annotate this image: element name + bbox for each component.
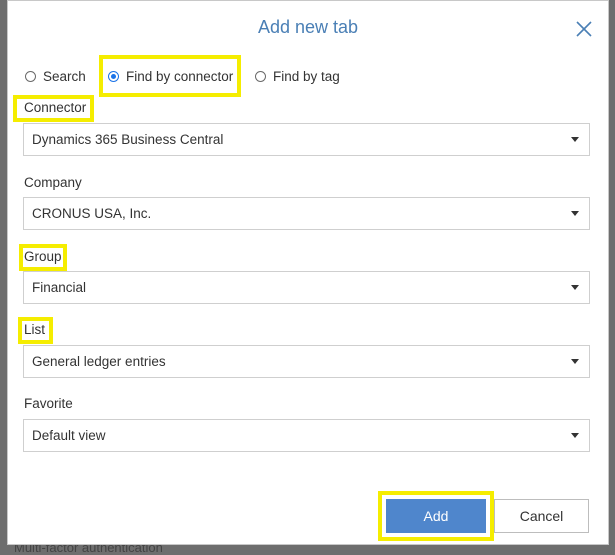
group-select[interactable]: Financial (23, 271, 590, 304)
company-label: Company (24, 175, 82, 190)
chevron-down-icon (571, 137, 579, 142)
group-select-value: Financial (32, 280, 87, 295)
connector-label: Connector (24, 100, 87, 115)
chevron-down-icon (571, 211, 579, 216)
dialog-title: Add new tab (257, 17, 359, 37)
favorite-select[interactable]: Default view (23, 419, 590, 452)
radio-find-by-connector[interactable]: Find by connector (108, 65, 233, 87)
cancel-button[interactable]: Cancel (494, 499, 589, 533)
chevron-down-icon (571, 285, 579, 290)
company-select-value: CRONUS USA, Inc. (32, 206, 152, 221)
chevron-down-icon (571, 359, 579, 364)
close-icon (576, 21, 592, 37)
radio-label-search: Search (43, 68, 86, 84)
connector-select-value: Dynamics 365 Business Central (32, 132, 224, 147)
chevron-down-icon (571, 433, 579, 438)
radio-circle (255, 70, 266, 82)
radio-circle-checked (108, 70, 119, 82)
list-label: List (24, 322, 46, 337)
radio-search[interactable]: Search (25, 65, 86, 87)
close-button[interactable] (573, 18, 595, 40)
favorite-label: Favorite (24, 396, 73, 411)
radio-label-find-by-connector: Find by connector (126, 68, 234, 84)
list-select[interactable]: General ledger entries (23, 345, 590, 378)
connector-select[interactable]: Dynamics 365 Business Central (23, 123, 590, 156)
add-button[interactable]: Add (386, 499, 486, 533)
company-select[interactable]: CRONUS USA, Inc. (23, 197, 590, 230)
radio-label-find-by-tag: Find by tag (273, 68, 340, 84)
radio-circle (25, 70, 36, 82)
favorite-select-value: Default view (32, 428, 106, 443)
add-new-tab-dialog: Add new tab Search Find by connector Fin… (7, 0, 609, 545)
list-select-value: General ledger entries (32, 354, 166, 369)
mode-radio-group: Search Find by connector Find by tag (8, 65, 608, 89)
group-label: Group (24, 249, 62, 264)
radio-find-by-tag[interactable]: Find by tag (255, 65, 340, 87)
